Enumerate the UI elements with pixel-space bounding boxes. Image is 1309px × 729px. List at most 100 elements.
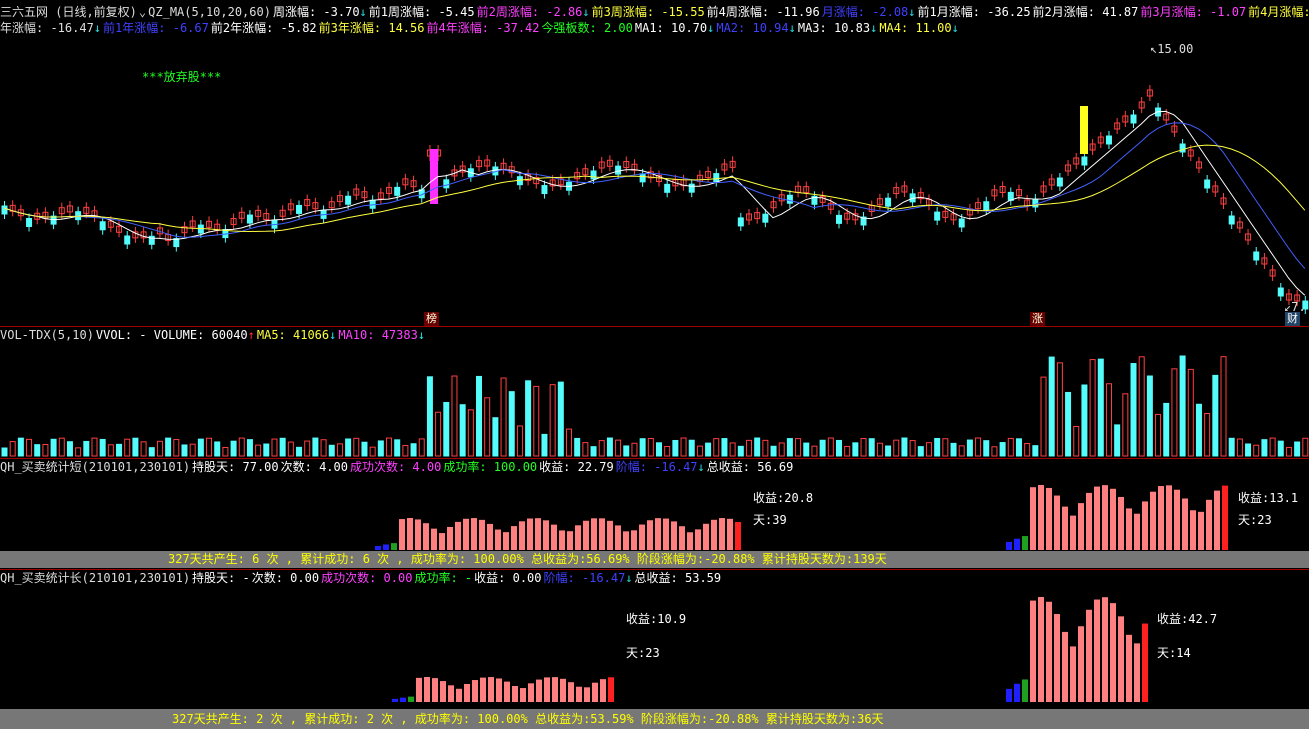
volume-bar [909, 440, 916, 457]
stat-bar [1222, 485, 1228, 550]
volume-bar [876, 442, 883, 457]
abandon-stock-label: ***放弃股*** [142, 70, 222, 84]
volume-chart[interactable] [0, 343, 1309, 458]
volume-bar [541, 433, 548, 457]
short-days-2: 天:23 [1238, 513, 1272, 527]
stat-bar [544, 677, 550, 702]
candle-body [1032, 198, 1039, 208]
short-header-item: 阶幅: -16.47 [615, 460, 698, 474]
stat-bar [456, 688, 462, 702]
candle-body [786, 194, 793, 204]
arrow-down-icon: ↓ [582, 5, 590, 19]
stat-bar [1054, 614, 1060, 702]
candle-body [26, 217, 33, 227]
volume-bar [615, 439, 622, 457]
arrow-down-icon: ↓ [417, 328, 426, 342]
volume-bar [1032, 445, 1039, 457]
volume-bar [958, 445, 965, 457]
short-header-item: 成功率: 100.00 [443, 460, 538, 474]
short-header-item: 收益: 22.79 [539, 460, 614, 474]
candle-body [1081, 156, 1088, 166]
long-stats-header: QH_买卖统计长(210101,230101) 持股天: - 次数: 0.00 成功次… [0, 571, 723, 586]
panel-divider [0, 569, 1309, 570]
vol-header-item: MA10: 47383 [338, 328, 418, 342]
stat-bar [1014, 538, 1020, 550]
stat-bar [600, 679, 606, 702]
volume-bar [533, 385, 540, 457]
volume-bar [500, 377, 507, 457]
long-header-item: 总收益: 53.59 [634, 571, 722, 585]
stat-bar [584, 687, 590, 702]
volume-bar [320, 439, 327, 457]
stat-bar [1174, 489, 1180, 550]
volume-bar [369, 446, 376, 457]
stat-bar [1102, 485, 1108, 550]
candle-body [737, 217, 744, 227]
stat-bar [1110, 603, 1116, 702]
stat-bar [551, 524, 557, 550]
stat-bar [1110, 488, 1116, 550]
short-profit-1: 收益:20.8 [753, 491, 814, 505]
volume-bar [1245, 443, 1252, 457]
volume-bar [1073, 425, 1080, 457]
stat-bar [391, 543, 397, 550]
main-header-line2-item: 前4年涨幅: -37.42 [426, 21, 540, 35]
candle-highlight-magenta [430, 149, 438, 204]
stat-bar [1182, 498, 1188, 550]
volume-bar [336, 443, 343, 457]
long-stats-summary: 327天共产生: 2 次 , 累计成功: 2 次 , 成功率为: 100.00%… [172, 712, 884, 726]
volume-bar [107, 444, 114, 457]
candle-body [688, 183, 695, 193]
volume-bar [1171, 368, 1178, 457]
volume-bar [745, 439, 752, 457]
stat-bar [583, 520, 589, 550]
candle-body [1228, 215, 1235, 225]
volume-bar [222, 446, 229, 457]
stat-bar [415, 519, 421, 550]
candle-body [443, 179, 450, 189]
stat-bar [679, 526, 685, 550]
candle-body [541, 185, 548, 195]
tag-bang[interactable]: 榜 [424, 312, 439, 326]
stat-bar [1190, 510, 1196, 550]
stat-bar [1070, 515, 1076, 550]
stat-bar [599, 518, 605, 550]
stat-bar [543, 520, 549, 550]
volume-bar [75, 447, 82, 457]
volume-bar [925, 442, 932, 457]
stat-bar [479, 519, 485, 550]
tag-zhang[interactable]: 涨 [1030, 312, 1045, 326]
candle-body [246, 214, 253, 224]
volume-bar [860, 438, 867, 457]
volume-bar [893, 439, 900, 457]
volume-bar [263, 443, 270, 457]
vol-header-item: VOL-TDX(5,10) [0, 328, 94, 342]
main-header-line1-item: 前3周涨幅: -15.55 [591, 5, 705, 19]
volume-bar [942, 438, 949, 457]
volume-bar [705, 442, 712, 457]
volume-bar [827, 437, 834, 457]
volume-bar [623, 445, 630, 457]
stat-bar [1062, 631, 1068, 702]
main-header-line1-item: ⌄ [138, 5, 147, 19]
candle-body [1179, 143, 1186, 153]
volume-bar [762, 439, 769, 457]
volume-bar [754, 437, 761, 457]
stat-bar [448, 685, 454, 702]
stat-bar [1046, 601, 1052, 702]
volume-bar [484, 397, 491, 457]
short-stats-chart[interactable] [0, 476, 1309, 550]
short-stats-summary: 327天共产生: 6 次 , 累计成功: 6 次 , 成功率为: 100.00%… [168, 552, 887, 566]
stat-bar [487, 523, 493, 550]
volume-bar [238, 437, 245, 457]
tag-cai[interactable]: 财 [1285, 312, 1300, 326]
stat-bar [503, 532, 509, 550]
volume-bar [737, 445, 744, 457]
volume-bar [377, 440, 384, 457]
stat-bar [408, 696, 414, 702]
volume-bar [786, 438, 793, 457]
stat-bar [455, 521, 461, 550]
volume-bar [1212, 374, 1219, 457]
volume-bar [672, 439, 679, 457]
volume-bar [1163, 402, 1170, 457]
